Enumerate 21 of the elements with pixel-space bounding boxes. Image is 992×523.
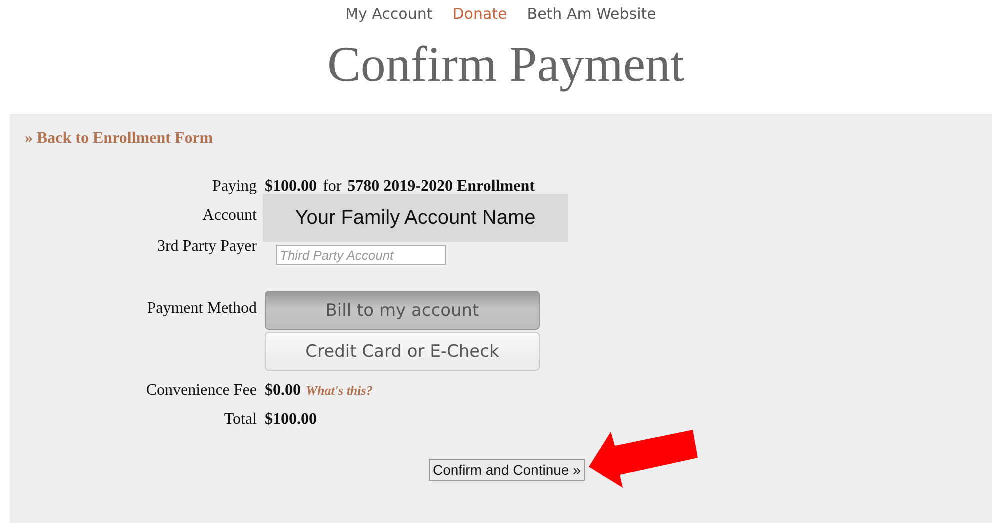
total-amount: $100.00 <box>265 411 317 429</box>
page-title: Confirm Payment <box>326 35 686 94</box>
payment-option[interactable]: Bill to my account <box>265 291 540 330</box>
field-label: Paying <box>212 178 257 196</box>
nav-link[interactable]: Donate <box>452 5 508 25</box>
arrow-icon <box>589 430 698 488</box>
field-label: Convenience Fee <box>145 382 257 400</box>
field-label: Total <box>223 411 257 429</box>
field-label: Account <box>202 207 257 225</box>
nav-link[interactable]: My Account <box>346 5 433 25</box>
input-field[interactable]: Third Party Account <box>276 245 446 265</box>
nav-link[interactable]: Beth Am Website <box>527 5 656 25</box>
payment-option[interactable]: Credit Card or E-Check <box>265 332 540 371</box>
field-label: 3rd Party Payer <box>156 238 257 256</box>
confirm-button[interactable]: Confirm and Continue » <box>429 459 585 481</box>
field-label: Payment Method <box>146 300 257 318</box>
account-name: Your Family Account Name <box>263 194 568 242</box>
for-text: for <box>323 178 342 195</box>
payment-amount: $100.00 <box>265 178 317 195</box>
payment-item: 5780 2019-2020 Enrollment <box>348 178 535 195</box>
fee-amount: $0.00 <box>265 382 301 399</box>
